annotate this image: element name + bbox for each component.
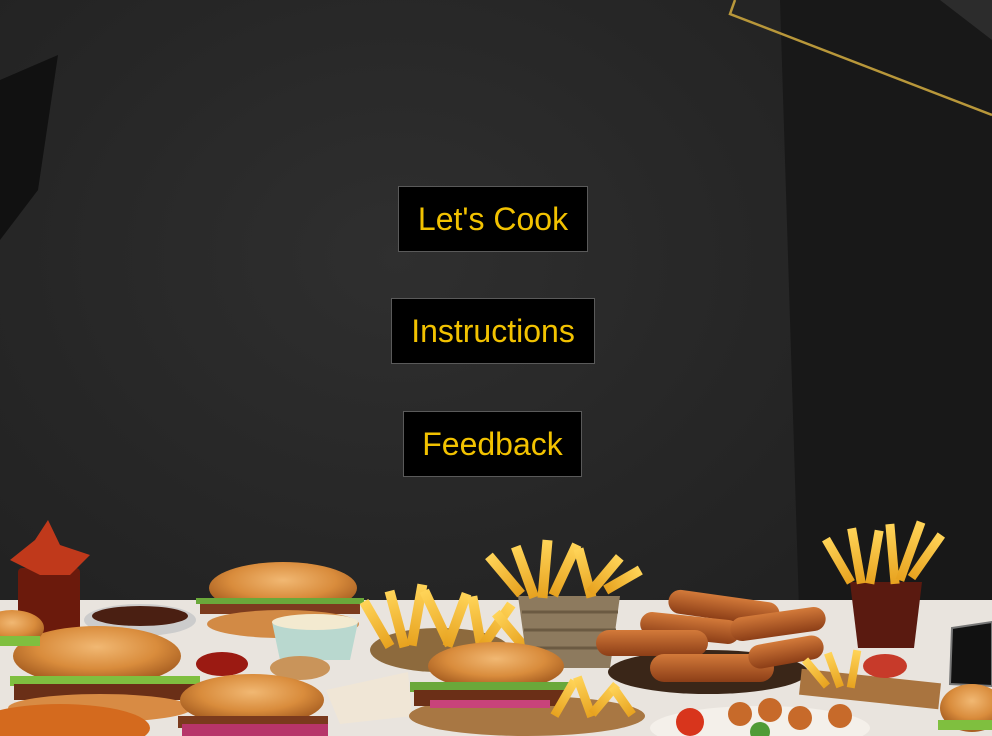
main-menu: Let's Cook Instructions Feedback <box>0 0 992 736</box>
feedback-button[interactable]: Feedback <box>403 411 582 477</box>
instructions-button[interactable]: Instructions <box>391 298 595 364</box>
lets-cook-button[interactable]: Let's Cook <box>398 186 588 252</box>
main-menu-screen: Let's Cook Instructions Feedback <box>0 0 992 736</box>
